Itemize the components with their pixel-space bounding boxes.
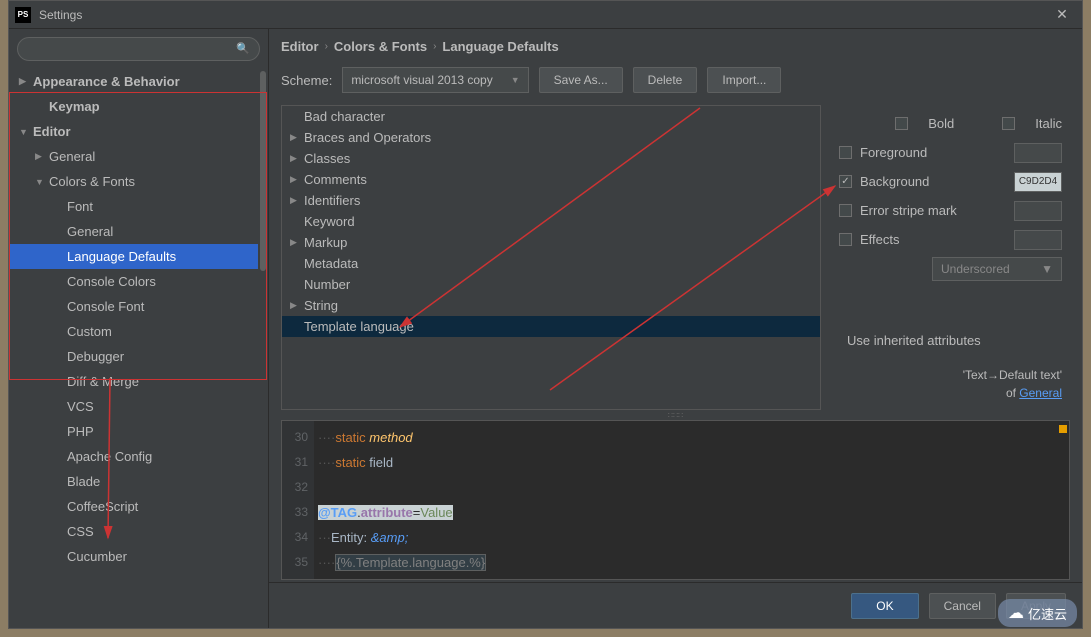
search-icon: 🔍 xyxy=(236,42,250,55)
error-stripe-checkbox[interactable] xyxy=(839,204,852,217)
code-preview: 303132333435 ····static method ····stati… xyxy=(281,420,1070,580)
tree-item[interactable]: VCS xyxy=(9,394,268,419)
category-item[interactable]: Keyword xyxy=(282,211,820,232)
tree-item[interactable]: Diff & Merge xyxy=(9,369,268,394)
background-checkbox[interactable] xyxy=(839,175,852,188)
category-item[interactable]: Template language xyxy=(282,316,820,337)
category-item[interactable]: Metadata xyxy=(282,253,820,274)
tree-item[interactable]: ▶General xyxy=(9,144,268,169)
chevron-down-icon: ▼ xyxy=(1041,262,1053,276)
tree-item[interactable]: General xyxy=(9,219,268,244)
tree-item[interactable]: PHP xyxy=(9,419,268,444)
general-link[interactable]: General xyxy=(1019,386,1062,400)
properties-panel: Bold Italic Foreground Background C9D2D4 xyxy=(821,105,1070,410)
breadcrumb: Editor› Colors & Fonts› Language Default… xyxy=(269,29,1082,63)
app-icon: PS xyxy=(15,7,31,23)
category-item[interactable]: ▶Comments xyxy=(282,169,820,190)
cloud-icon: ☁ xyxy=(1008,603,1024,623)
splitter[interactable]: ∷∷∷ xyxy=(281,410,1070,420)
tree-item[interactable]: CoffeeScript xyxy=(9,494,268,519)
italic-checkbox[interactable] xyxy=(1002,117,1015,130)
tree-item[interactable]: Console Colors xyxy=(9,269,268,294)
foreground-checkbox[interactable] xyxy=(839,146,852,159)
tree-item[interactable]: Keymap xyxy=(9,94,268,119)
tree-item[interactable]: CSS xyxy=(9,519,268,544)
cancel-button[interactable]: Cancel xyxy=(929,593,996,619)
effects-checkbox[interactable] xyxy=(839,233,852,246)
tree-item[interactable]: Language Defaults xyxy=(9,244,268,269)
save-as-button[interactable]: Save As... xyxy=(539,67,623,93)
tree-item[interactable]: Blade xyxy=(9,469,268,494)
close-icon[interactable]: ✕ xyxy=(1048,1,1076,29)
sidebar-scrollbar[interactable] xyxy=(258,71,268,628)
foreground-swatch[interactable] xyxy=(1014,143,1062,163)
chevron-down-icon: ▼ xyxy=(511,75,520,85)
error-stripe-swatch[interactable] xyxy=(1014,201,1062,221)
tree-item[interactable]: Font xyxy=(9,194,268,219)
main-panel: Editor› Colors & Fonts› Language Default… xyxy=(269,29,1082,628)
tree-item[interactable]: Cucumber xyxy=(9,544,268,569)
category-item[interactable]: ▶String xyxy=(282,295,820,316)
category-item[interactable]: ▶Braces and Operators xyxy=(282,127,820,148)
category-item[interactable]: Bad character xyxy=(282,106,820,127)
scheme-dropdown[interactable]: microsoft visual 2013 copy▼ xyxy=(342,67,528,93)
effects-swatch[interactable] xyxy=(1014,230,1062,250)
settings-tree[interactable]: ▶Appearance & BehaviorKeymap▼Editor▶Gene… xyxy=(9,69,268,628)
inherit-source: 'Text→Default text' of General xyxy=(839,366,1062,402)
import-button[interactable]: Import... xyxy=(707,67,781,93)
tree-item[interactable]: Debugger xyxy=(9,344,268,369)
watermark: ☁ 亿速云 xyxy=(998,599,1077,627)
category-item[interactable]: ▶Identifiers xyxy=(282,190,820,211)
category-item[interactable]: ▶Markup xyxy=(282,232,820,253)
background-swatch[interactable]: C9D2D4 xyxy=(1014,172,1062,192)
category-item[interactable]: ▶Classes xyxy=(282,148,820,169)
window-title: Settings xyxy=(39,8,82,22)
tree-item[interactable]: Apache Config xyxy=(9,444,268,469)
settings-window: PS Settings ✕ 🔍 ▶Appearance & BehaviorKe… xyxy=(8,0,1083,629)
preview-marker xyxy=(1059,425,1067,433)
sidebar: 🔍 ▶Appearance & BehaviorKeymap▼Editor▶Ge… xyxy=(9,29,269,628)
category-list[interactable]: Bad character▶Braces and Operators▶Class… xyxy=(281,105,821,410)
tree-item[interactable]: ▶Appearance & Behavior xyxy=(9,69,268,94)
search-input[interactable] xyxy=(17,37,260,61)
category-item[interactable]: Number xyxy=(282,274,820,295)
titlebar: PS Settings ✕ xyxy=(9,1,1082,29)
tree-item[interactable]: Console Font xyxy=(9,294,268,319)
scheme-label: Scheme: xyxy=(281,73,332,88)
ok-button[interactable]: OK xyxy=(851,593,918,619)
dialog-footer: OK Cancel Apply xyxy=(269,582,1082,628)
bold-checkbox[interactable] xyxy=(895,117,908,130)
tree-item[interactable]: ▼Editor xyxy=(9,119,268,144)
tree-item[interactable]: Custom xyxy=(9,319,268,344)
tree-item[interactable]: ▼Colors & Fonts xyxy=(9,169,268,194)
effects-dropdown[interactable]: Underscored▼ xyxy=(932,257,1062,281)
delete-button[interactable]: Delete xyxy=(633,67,698,93)
